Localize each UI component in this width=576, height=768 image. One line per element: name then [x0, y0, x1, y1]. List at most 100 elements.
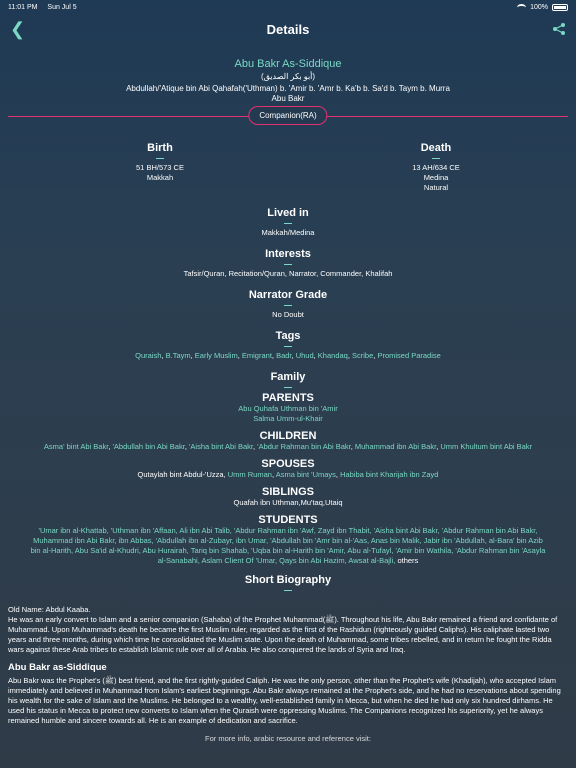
birth-title: Birth	[147, 142, 173, 154]
status-bar: 11:01 PM Sun Jul 5 100%	[0, 0, 576, 14]
spouses-list: Qutaylah bint Abdul-'Uzza, Umm Ruman, As…	[0, 470, 576, 480]
students-line[interactable]: bin al-Harith, Abu Sa'id al-Khudri, Abu …	[0, 546, 576, 556]
tag-link[interactable]: B.Taym	[166, 351, 191, 360]
spouse-plain: Qutaylah bint Abdul-'Uzza,	[137, 470, 226, 479]
divider	[284, 346, 292, 347]
students-section: STUDENTS 'Umar ibn al-Khattab, 'Uthman i…	[0, 514, 576, 566]
family-section: Family	[0, 371, 576, 388]
wifi-icon	[517, 3, 527, 11]
death-title: Death	[420, 142, 452, 154]
child-link[interactable]: Umm Khultum bint Abi Bakr	[440, 442, 532, 451]
biography-title: Short Biography	[244, 574, 332, 586]
tags-title: Tags	[275, 330, 301, 342]
divider	[284, 305, 292, 306]
death-date: 13 AH/634 CE	[412, 163, 460, 172]
battery-icon	[552, 3, 568, 11]
biography-title-section: Short Biography	[0, 574, 576, 591]
children-title: CHILDREN	[259, 430, 317, 442]
birth-date: 51 BH/573 CE	[136, 163, 184, 172]
narrator-grade-title: Narrator Grade	[248, 289, 328, 301]
death-section: Death 13 AH/634 CE Medina Natural	[386, 142, 486, 193]
birth-death-row: Birth 51 BH/573 CE Makkah Death 13 AH/63…	[0, 142, 576, 193]
spouse-link[interactable]: Asma bint 'Umays	[276, 470, 336, 479]
siblings-section: SIBLINGS Quafah ibn Uthman,Mu'taq,Utaiq	[0, 486, 576, 508]
students-line[interactable]: al-Sanabahi, Aslam Client Of 'Umar, Qays…	[158, 556, 396, 565]
divider	[284, 223, 292, 224]
companion-divider: Companion(RA)	[0, 106, 576, 128]
status-date: Sun Jul 5	[47, 3, 77, 11]
tag-link[interactable]: Scribe	[352, 351, 373, 360]
lineage: Abdullah/'Atique bin Abi Qahafah('Uthman…	[0, 84, 576, 104]
students-others: others	[397, 556, 419, 565]
narrator-grade-section: Narrator Grade No Doubt	[0, 289, 576, 320]
person-name[interactable]: Abu Bakr As-Siddique	[0, 58, 576, 70]
reference-footer: For more info, arabic resource and refer…	[205, 734, 371, 743]
biography-heading: Abu Bakr as-Siddique	[8, 662, 107, 673]
divider	[156, 158, 164, 159]
parents-title: PARENTS	[262, 392, 314, 404]
death-cause: Natural	[423, 183, 449, 192]
battery-percent: 100%	[530, 3, 548, 11]
students-title: STUDENTS	[258, 514, 318, 526]
interests-section: Interests Tafsir/Quran, Recitation/Quran…	[0, 248, 576, 279]
spouse-link[interactable]: Habiba bint Kharijah ibn Zayd	[340, 470, 438, 479]
students-line-last: al-Sanabahi, Aslam Client Of 'Umar, Qays…	[0, 556, 576, 566]
old-name: Old Name: Abdul Kaaba.	[8, 605, 91, 614]
spouses-title: SPOUSES	[261, 458, 315, 470]
children-list: Asma' bint Abi Bakr, 'Abdullah bin Abi B…	[0, 442, 576, 452]
status-time: 11:01 PM	[8, 3, 38, 11]
divider	[284, 264, 292, 265]
kunya: Abu Bakr	[271, 94, 305, 103]
interests-title: Interests	[265, 248, 311, 260]
divider	[284, 387, 292, 388]
child-link[interactable]: 'Abdur Rahman bin Abi Bakr	[257, 442, 351, 451]
lived-in-title: Lived in	[267, 207, 309, 219]
lived-in-section: Lived in Makkah/Medina	[0, 207, 576, 238]
page-title: Details	[266, 21, 310, 37]
status-left: 11:01 PM Sun Jul 5	[8, 4, 85, 11]
tag-link[interactable]: Uhud	[296, 351, 314, 360]
companion-badge: Companion(RA)	[248, 106, 328, 125]
spouse-link[interactable]: Umm Ruman	[228, 470, 272, 479]
biography-paragraph: Abu Bakr was the Prophet's (ﷺ) best frie…	[8, 676, 561, 725]
back-chevron-icon[interactable]: ❮	[10, 20, 25, 38]
siblings-title: SIBLINGS	[262, 486, 314, 498]
child-link[interactable]: 'Aisha bint Abi Bakr	[189, 442, 253, 451]
child-link[interactable]: Asma' bint Abi Bakr	[44, 442, 108, 451]
child-link[interactable]: Muhammad ibn Abi Bakr	[355, 442, 436, 451]
tags-list: Quraish, B.Taym, Early Muslim, Emigrant,…	[0, 351, 576, 361]
tag-link[interactable]: Badr	[276, 351, 291, 360]
biography-paragraph: He was an early convert to Islam and a s…	[8, 615, 558, 654]
death-place: Medina	[423, 173, 449, 182]
details-content: Abu Bakr As-Siddique (أبو بكر الصديق) Ab…	[0, 58, 576, 591]
narrator-grade-value: No Doubt	[272, 310, 304, 319]
tag-link[interactable]: Early Muslim	[195, 351, 238, 360]
family-title: Family	[270, 371, 306, 383]
father-link[interactable]: Abu Quhafa Uthman bin 'Amir	[0, 404, 576, 414]
tag-link[interactable]: Quraish	[135, 351, 161, 360]
divider	[432, 158, 440, 159]
spouses-section: SPOUSES Qutaylah bint Abdul-'Uzza, Umm R…	[0, 458, 576, 480]
birth-section: Birth 51 BH/573 CE Makkah	[110, 142, 210, 193]
share-icon[interactable]	[552, 22, 566, 36]
biography-body: Old Name: Abdul Kaaba. He was an early c…	[0, 605, 576, 744]
child-link[interactable]: 'Abdullah bin Abi Bakr	[112, 442, 184, 451]
birth-place: Makkah	[146, 173, 174, 182]
students-line[interactable]: 'Umar ibn al-Khattab, 'Uthman ibn 'Affaa…	[0, 526, 576, 536]
interests-value: Tafsir/Quran, Recitation/Quran, Narrator…	[183, 269, 393, 278]
children-section: CHILDREN Asma' bint Abi Bakr, 'Abdullah …	[0, 430, 576, 452]
lineage-line: Abdullah/'Atique bin Abi Qahafah('Uthman…	[126, 84, 450, 93]
tag-link[interactable]: Emigrant	[242, 351, 272, 360]
siblings-value: Quafah ibn Uthman,Mu'taq,Utaiq	[233, 498, 343, 507]
students-line[interactable]: Muhammad ibn Abi Bakr, ibn Abbas, 'Abdul…	[0, 536, 576, 546]
lived-in-value: Makkah/Medina	[261, 228, 315, 237]
tags-section: Tags Quraish, B.Taym, Early Muslim, Emig…	[0, 330, 576, 361]
nav-bar: ❮ Details	[0, 14, 576, 44]
arabic-name: (أبو بكر الصديق)	[260, 72, 316, 81]
divider	[284, 590, 292, 591]
tag-link[interactable]: Promised Paradise	[377, 351, 440, 360]
status-right: 100%	[517, 3, 568, 11]
mother-link[interactable]: Salma Umm-ul-Khair	[0, 414, 576, 424]
parents-section: PARENTS Abu Quhafa Uthman bin 'Amir Salm…	[0, 392, 576, 424]
tag-link[interactable]: Khandaq	[318, 351, 348, 360]
